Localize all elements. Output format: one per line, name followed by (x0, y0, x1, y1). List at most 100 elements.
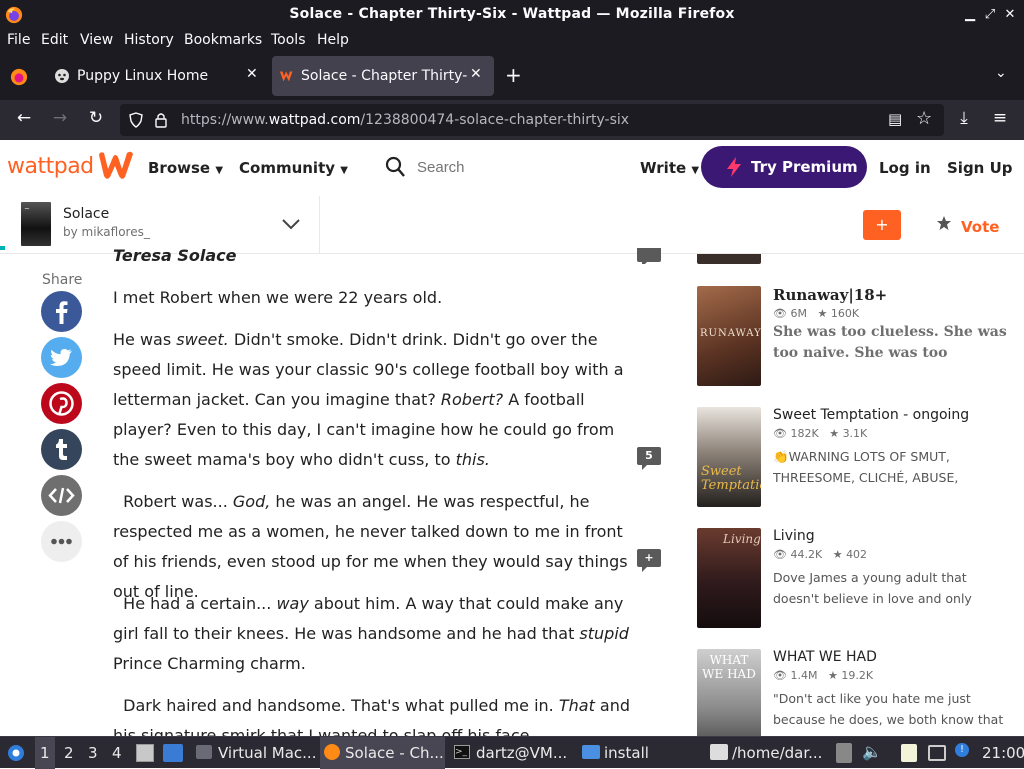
update-icon[interactable]: ! (955, 743, 969, 757)
clipboard-icon[interactable] (836, 743, 852, 763)
community-menu[interactable]: Community ▼ (239, 159, 348, 177)
close-tab-icon[interactable]: ✕ (246, 66, 258, 82)
tab-solace[interactable]: Solace - Chapter Thirty-Six ✕ (272, 56, 494, 96)
story-title[interactable]: Runaway|18+ (773, 286, 887, 304)
inline-comment-bubble[interactable]: 5 (637, 447, 662, 471)
taskbar-virtual-machine[interactable]: Virtual Mac... (192, 737, 317, 769)
chevron-down-icon[interactable] (280, 214, 302, 234)
tab-puppy-linux[interactable]: Puppy Linux Home ✕ (45, 56, 267, 96)
try-premium-button[interactable]: Try Premium (701, 146, 867, 188)
login-link[interactable]: Log in (879, 159, 931, 177)
forward-icon[interactable]: → (50, 108, 70, 128)
story-description: "Don't act like you hate me just because… (773, 691, 1004, 727)
tab-label: Solace - Chapter Thirty-Six (301, 68, 467, 84)
story-title[interactable]: Living (773, 528, 815, 544)
recommended-story[interactable]: WHAT WE HAD WHAT WE HAD 👁 1.4M ★ 19.2K "… (697, 649, 1017, 736)
share-twitter-button[interactable] (41, 337, 82, 378)
maximize-icon[interactable]: ⤢ (982, 7, 998, 22)
hamburger-menu-icon[interactable]: ≡ (990, 108, 1010, 128)
story-cover[interactable]: ~ (21, 202, 51, 246)
address-bar[interactable]: https://www.wattpad.com/1238800474-solac… (120, 104, 944, 136)
minimize-icon[interactable]: ▁ (962, 7, 978, 22)
search-input[interactable] (417, 159, 597, 176)
taskbar-terminal[interactable]: >_ dartz@VM... (450, 737, 575, 769)
story-title[interactable]: Sweet Temptation - ongoing (773, 407, 969, 423)
wattpad-header: wattpad Browse ▼ Community ▼ Write ▼ Try… (0, 140, 1024, 196)
wattpad-logo[interactable]: wattpad (7, 154, 94, 179)
lock-icon[interactable] (154, 111, 168, 129)
paragraph: He was sweet. Didn't smoke. Didn't drink… (113, 330, 624, 469)
star-icon[interactable] (936, 215, 952, 231)
share-pinterest-button[interactable] (41, 383, 82, 424)
story-cover[interactable]: WHAT WE HAD (697, 649, 761, 736)
write-menu[interactable]: Write ▼ (640, 159, 699, 177)
story-cover[interactable]: Sweet Temptation (697, 407, 761, 507)
tab-label: Puppy Linux Home (77, 68, 209, 84)
list-all-tabs-icon[interactable]: ⌄ (995, 65, 1007, 81)
menu-view[interactable]: View (80, 32, 113, 48)
story-cover[interactable]: Living (697, 528, 761, 628)
start-menu-icon[interactable] (5, 743, 27, 763)
story-description: Dove James a young adult that doesn't be… (773, 570, 972, 606)
back-icon[interactable]: ← (14, 108, 34, 128)
story-cover[interactable]: RUNAWAY (697, 286, 761, 386)
menu-history[interactable]: History (124, 32, 174, 48)
signup-link[interactable]: Sign Up (947, 159, 1013, 177)
workspace-4[interactable]: 4 (112, 744, 122, 762)
recommended-story[interactable]: RUNAWAY Runaway|18+ 👁 6M ★ 160K She was … (697, 286, 1017, 386)
share-more-button[interactable] (41, 521, 82, 562)
new-tab-icon[interactable]: + (505, 63, 522, 87)
story-description: 👏WARNING LOTS OF SMUT, THREESOME, CLICHÉ… (773, 449, 959, 485)
inline-comment-bubble[interactable]: + (637, 549, 662, 573)
terminal-app-icon: >_ (454, 745, 470, 759)
bookmark-star-icon[interactable]: ☆ (916, 108, 932, 129)
close-tab-icon[interactable]: ✕ (470, 66, 482, 82)
story-title[interactable]: WHAT WE HAD (773, 649, 877, 665)
share-tumblr-button[interactable] (41, 429, 82, 470)
reader-view-icon[interactable]: ▤ (888, 110, 902, 128)
search-icon[interactable] (385, 156, 405, 178)
notes-icon[interactable] (901, 744, 917, 762)
tab-bar: Puppy Linux Home ✕ Solace - Chapter Thir… (0, 52, 1024, 100)
star-icon: ★ (827, 669, 838, 682)
folder-app-icon (582, 745, 600, 759)
workspace-3[interactable]: 3 (88, 744, 98, 762)
close-window-icon[interactable]: ✕ (1002, 7, 1018, 22)
story-cover-partial[interactable] (697, 254, 761, 264)
shield-icon[interactable] (128, 112, 144, 128)
recommended-story[interactable]: Living Living 👁 44.2K ★ 402 Dove James a… (697, 528, 1017, 628)
menu-bookmarks[interactable]: Bookmarks (184, 32, 262, 48)
taskbar-home-editor[interactable]: /home/dar... (706, 737, 831, 769)
reading-progress-bar (0, 246, 5, 250)
window-titlebar: Solace - Chapter Thirty-Six - Wattpad — … (0, 0, 1024, 30)
menu-tools[interactable]: Tools (271, 32, 306, 48)
recommended-story[interactable]: Sweet Temptation Sweet Temptation - ongo… (697, 407, 1017, 507)
menu-edit[interactable]: Edit (41, 32, 68, 48)
tumblr-icon (56, 439, 67, 460)
clock: 21:00 (982, 744, 1024, 762)
menu-help[interactable]: Help (317, 32, 349, 48)
workspace-2[interactable]: 2 (64, 744, 74, 762)
browse-menu[interactable]: Browse ▼ (148, 159, 223, 177)
volume-icon[interactable]: 🔈 (862, 742, 882, 761)
share-embed-button[interactable] (41, 475, 82, 516)
taskbar-install[interactable]: install (579, 737, 704, 769)
cover-art-mark: ~ (24, 205, 30, 213)
inline-comment-bubble[interactable] (637, 248, 662, 264)
firefox-view-icon[interactable] (10, 68, 28, 86)
story-author[interactable]: by mikaflores_ (63, 225, 150, 239)
wattpad-w-logo-icon[interactable] (97, 149, 135, 181)
embed-code-icon (48, 487, 75, 504)
menu-file[interactable]: File (7, 32, 30, 48)
share-facebook-button[interactable] (41, 291, 82, 332)
downloads-icon[interactable]: ⤓ (954, 108, 974, 128)
reload-icon[interactable]: ↻ (86, 108, 106, 128)
vote-button[interactable]: Vote (961, 218, 999, 236)
network-icon[interactable] (928, 745, 946, 761)
show-desktop-icon[interactable] (163, 744, 183, 762)
story-title[interactable]: Solace (63, 206, 109, 222)
workspace-1[interactable]: 1 (35, 737, 55, 769)
taskbar-firefox[interactable]: Solace - Ch... (320, 737, 445, 769)
file-manager-icon[interactable] (136, 744, 154, 762)
add-to-library-button[interactable]: + (863, 210, 901, 240)
